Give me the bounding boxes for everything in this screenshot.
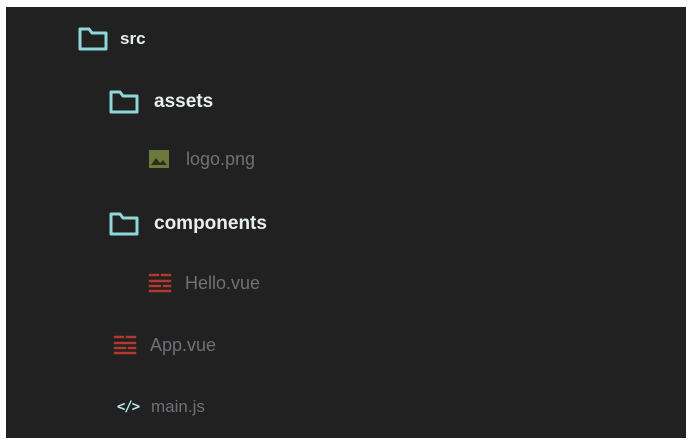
tree-item-assets[interactable]: assets: [108, 86, 213, 118]
vue-file-icon: [112, 329, 138, 361]
tree-item-label: logo.png: [186, 148, 256, 169]
tree-item-label: main.js: [151, 397, 205, 416]
tree-item-label: Hello.vue: [185, 272, 261, 293]
tree-item-components[interactable]: components: [108, 208, 267, 240]
tree-item-app-vue[interactable]: App.vue: [112, 329, 216, 361]
folder-icon: [108, 208, 140, 240]
file-explorer-panel: src assets logo.png components Hello.vue…: [6, 7, 686, 438]
tree-item-main-js[interactable]: </> main.js: [115, 391, 205, 423]
tree-item-label: src: [120, 29, 146, 48]
tree-item-src[interactable]: src: [77, 23, 146, 55]
tree-item-logo-png[interactable]: logo.png: [147, 143, 255, 175]
image-file-icon: [147, 143, 171, 175]
tree-item-label: App.vue: [150, 334, 217, 355]
tree-item-label: assets: [154, 91, 214, 112]
vue-file-icon: [147, 267, 173, 299]
folder-icon: [108, 86, 140, 118]
js-file-icon: </>: [116, 399, 140, 415]
tree-item-hello-vue[interactable]: Hello.vue: [147, 267, 260, 299]
folder-icon: [77, 23, 109, 55]
tree-item-label: components: [154, 213, 267, 234]
